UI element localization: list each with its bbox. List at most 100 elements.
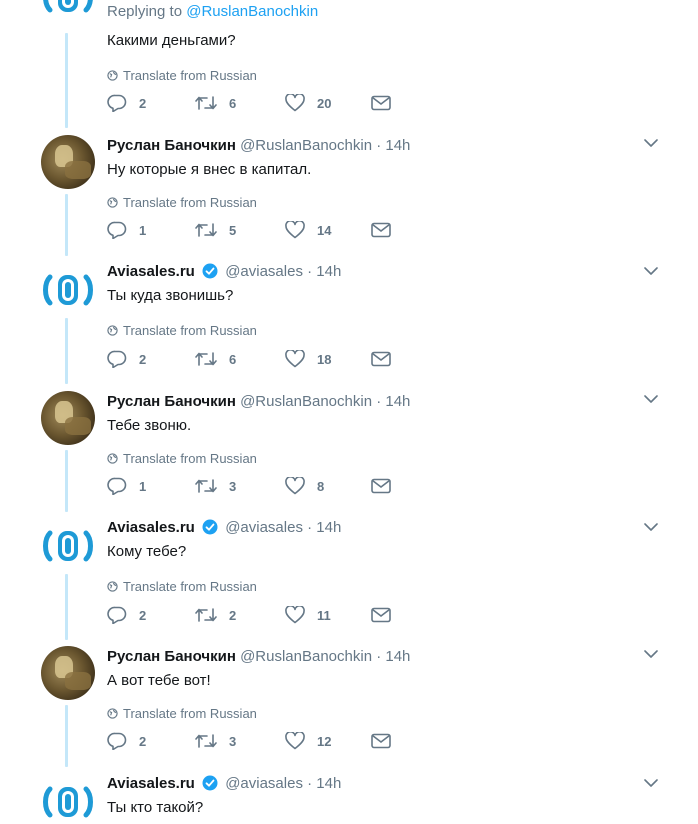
timestamp[interactable]: 14h bbox=[316, 263, 341, 280]
author-name[interactable]: Руслан Баночкин bbox=[107, 393, 236, 410]
translate-label: Translate from Russian bbox=[123, 323, 257, 338]
envelope-icon bbox=[371, 478, 391, 494]
avatar[interactable] bbox=[41, 0, 95, 24]
avatar[interactable] bbox=[41, 519, 95, 573]
author-handle[interactable]: @RuslanBanochkin bbox=[240, 137, 372, 154]
translate-label: Translate from Russian bbox=[123, 195, 257, 210]
translate-link[interactable]: Translate from Russian bbox=[107, 323, 658, 338]
retweet-count: 2 bbox=[229, 607, 237, 623]
chevron-down-icon[interactable] bbox=[644, 394, 658, 404]
retweet-count: 3 bbox=[229, 733, 237, 749]
avatar[interactable] bbox=[41, 775, 95, 824]
timestamp[interactable]: 14h bbox=[385, 648, 410, 665]
timestamp[interactable]: 14h bbox=[316, 519, 341, 536]
separator-dot: · bbox=[376, 137, 382, 154]
translate-link[interactable]: Translate from Russian bbox=[107, 68, 658, 83]
translate-link[interactable]: Translate from Russian bbox=[107, 706, 658, 721]
reply-button[interactable]: 2 bbox=[107, 350, 195, 368]
translate-label: Translate from Russian bbox=[123, 451, 257, 466]
retweet-button[interactable]: 6 bbox=[195, 94, 285, 112]
author-name[interactable]: Руслан Баночкин bbox=[107, 137, 236, 154]
like-button[interactable]: 11 bbox=[285, 606, 371, 624]
tweet[interactable]: Руслан Баночкин @RuslanBanochkin · 14h А… bbox=[0, 643, 698, 767]
replying-handle-link[interactable]: @RuslanBanochkin bbox=[186, 3, 318, 20]
translate-link[interactable]: Translate from Russian bbox=[107, 579, 658, 594]
like-count: 12 bbox=[317, 733, 332, 749]
author-name[interactable]: Руслан Баночкин bbox=[107, 648, 236, 665]
reply-button[interactable]: 2 bbox=[107, 732, 195, 750]
tweet[interactable]: Aviasales.ru @aviasales · 14h Ты кто так… bbox=[0, 771, 698, 824]
like-button[interactable]: 12 bbox=[285, 732, 371, 750]
retweet-icon bbox=[195, 608, 217, 622]
tweet[interactable]: Руслан Баночкин @RuslanBanochkin · 14h Т… bbox=[0, 388, 698, 512]
avatar[interactable] bbox=[41, 263, 95, 317]
tweet[interactable]: Aviasales.ru @aviasales · 14h Кому тебе?… bbox=[0, 515, 698, 641]
like-count: 11 bbox=[317, 607, 331, 623]
heart-icon bbox=[285, 94, 305, 112]
globe-icon bbox=[107, 70, 118, 81]
like-button[interactable]: 14 bbox=[285, 221, 371, 239]
avatar[interactable] bbox=[41, 646, 95, 700]
separator-dot: · bbox=[376, 393, 382, 410]
chevron-down-icon[interactable] bbox=[644, 266, 658, 276]
tweet-text: Кому тебе? bbox=[107, 543, 187, 560]
tweet-header: Aviasales.ru @aviasales · 14h bbox=[107, 518, 658, 538]
dm-button[interactable] bbox=[371, 95, 391, 111]
retweet-button[interactable]: 6 bbox=[195, 350, 285, 368]
separator-dot: · bbox=[307, 263, 313, 280]
chevron-down-icon[interactable] bbox=[644, 778, 658, 788]
tweet-header: Aviasales.ru @aviasales · 14h bbox=[107, 774, 658, 794]
tweet[interactable]: Руслан Баночкин @RuslanBanochkin · 14h Н… bbox=[0, 132, 698, 256]
dm-button[interactable] bbox=[371, 607, 391, 623]
author-name[interactable]: Aviasales.ru bbox=[107, 263, 195, 280]
like-button[interactable]: 18 bbox=[285, 350, 371, 368]
envelope-icon bbox=[371, 351, 391, 367]
replying-prefix: Replying to bbox=[107, 3, 183, 20]
author-handle[interactable]: @RuslanBanochkin bbox=[240, 648, 372, 665]
timestamp[interactable]: 14h bbox=[385, 393, 410, 410]
reply-button[interactable]: 2 bbox=[107, 94, 195, 112]
dm-button[interactable] bbox=[371, 478, 391, 494]
avatar[interactable] bbox=[41, 135, 95, 189]
reply-button[interactable]: 1 bbox=[107, 221, 195, 239]
translate-label: Translate from Russian bbox=[123, 706, 257, 721]
author-handle[interactable]: @aviasales bbox=[225, 263, 303, 280]
like-button[interactable]: 20 bbox=[285, 94, 371, 112]
like-button[interactable]: 8 bbox=[285, 477, 371, 495]
translate-link[interactable]: Translate from Russian bbox=[107, 195, 658, 210]
reply-button[interactable]: 2 bbox=[107, 606, 195, 624]
tweet-actions: 2 6 18 bbox=[107, 350, 391, 368]
author-handle[interactable]: @aviasales bbox=[225, 519, 303, 536]
chevron-down-icon[interactable] bbox=[644, 138, 658, 148]
tweet[interactable]: Replying to @RuslanBanochkin Какими день… bbox=[0, 0, 698, 128]
aviasales-logo bbox=[41, 263, 95, 317]
translate-link[interactable]: Translate from Russian bbox=[107, 451, 658, 466]
aviasales-logo bbox=[41, 519, 95, 573]
author-handle[interactable]: @aviasales bbox=[225, 775, 303, 792]
retweet-button[interactable]: 5 bbox=[195, 221, 285, 239]
envelope-icon bbox=[371, 222, 391, 238]
chevron-down-icon[interactable] bbox=[644, 522, 658, 532]
tweet-text: Ты куда звонишь? bbox=[107, 287, 234, 304]
reply-button[interactable]: 1 bbox=[107, 477, 195, 495]
timestamp[interactable]: 14h bbox=[316, 775, 341, 792]
retweet-button[interactable]: 3 bbox=[195, 732, 285, 750]
tweet-actions: 2 6 20 bbox=[107, 94, 391, 112]
author-name[interactable]: Aviasales.ru bbox=[107, 519, 195, 536]
retweet-button[interactable]: 2 bbox=[195, 606, 285, 624]
tweet-actions: 2 3 12 bbox=[107, 732, 391, 750]
author-name[interactable]: Aviasales.ru bbox=[107, 775, 195, 792]
retweet-count: 6 bbox=[229, 351, 237, 367]
author-handle[interactable]: @RuslanBanochkin bbox=[240, 393, 372, 410]
tweet[interactable]: Aviasales.ru @aviasales · 14h Ты куда зв… bbox=[0, 259, 698, 385]
retweet-button[interactable]: 3 bbox=[195, 477, 285, 495]
avatar[interactable] bbox=[41, 391, 95, 445]
chevron-down-icon[interactable] bbox=[644, 649, 658, 659]
tweet-actions: 1 3 8 bbox=[107, 477, 391, 495]
globe-icon bbox=[107, 197, 118, 208]
reply-icon bbox=[107, 606, 127, 624]
dm-button[interactable] bbox=[371, 222, 391, 238]
dm-button[interactable] bbox=[371, 733, 391, 749]
timestamp[interactable]: 14h bbox=[385, 137, 410, 154]
dm-button[interactable] bbox=[371, 351, 391, 367]
